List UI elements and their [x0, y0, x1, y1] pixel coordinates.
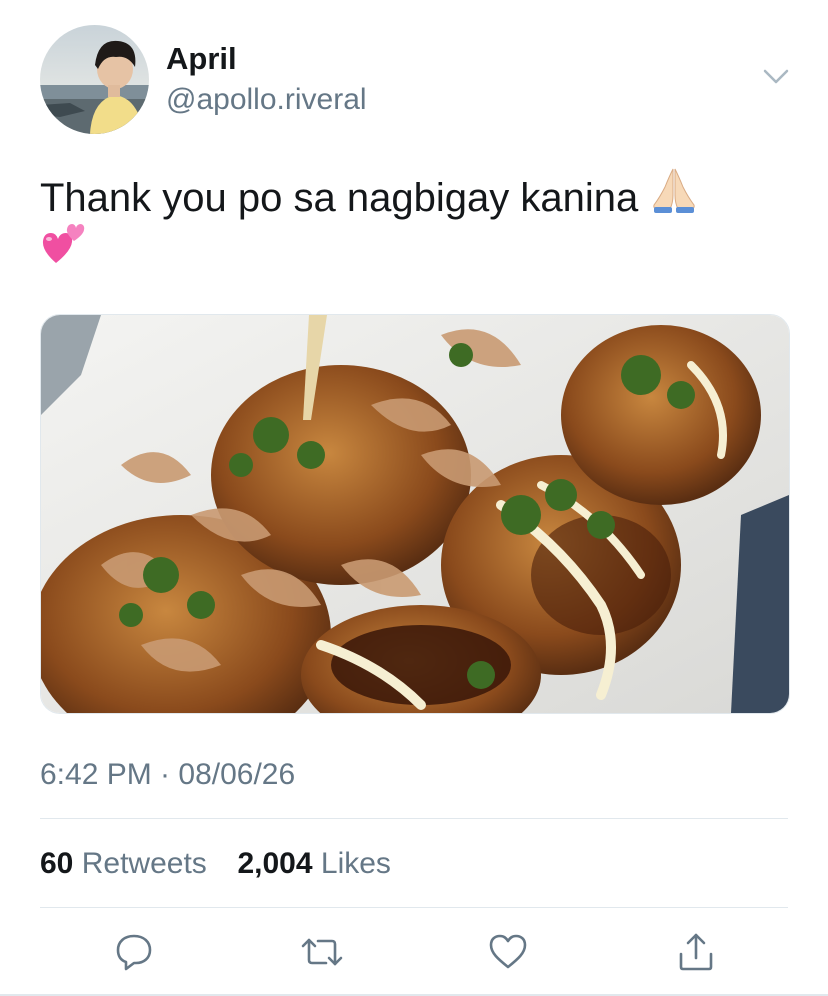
like-button[interactable] — [488, 932, 528, 972]
takoyaki-photo — [41, 315, 789, 713]
user-handle[interactable]: @apollo.riveral — [166, 82, 367, 118]
tweet-photo[interactable] — [40, 314, 790, 714]
share-icon — [679, 933, 713, 971]
likes-stat[interactable]: 2,004 Likes — [237, 847, 390, 880]
chevron-down-icon[interactable] — [761, 66, 791, 88]
like-icon — [489, 934, 527, 969]
avatar-image — [40, 25, 149, 134]
folded-hands-emoji — [650, 167, 698, 230]
avatar[interactable] — [40, 25, 149, 134]
retweet-button[interactable] — [300, 932, 343, 972]
likes-label: Likes — [320, 847, 391, 880]
retweets-stat[interactable]: 60 Retweets — [40, 847, 215, 880]
tweet-stats: 60 Retweets 2,004 Likes — [40, 846, 391, 882]
share-button[interactable] — [676, 932, 716, 972]
tweet-body: Thank you po sa nagbigay kanina — [40, 176, 639, 220]
divider — [40, 907, 788, 908]
tweet-timestamp: 6:42 PM · 08/06/26 — [40, 758, 296, 791]
likes-count: 2,004 — [237, 847, 313, 880]
reply-button[interactable] — [114, 932, 154, 972]
display-name[interactable]: April — [166, 40, 237, 78]
reply-icon — [116, 934, 152, 971]
retweets-count: 60 — [40, 847, 74, 880]
retweets-label: Retweets — [81, 847, 207, 880]
two-hearts-emoji — [40, 221, 88, 282]
divider — [40, 818, 788, 819]
tweet-text: Thank you po sa nagbigay kanina — [40, 167, 800, 276]
retweet-icon — [301, 938, 343, 966]
